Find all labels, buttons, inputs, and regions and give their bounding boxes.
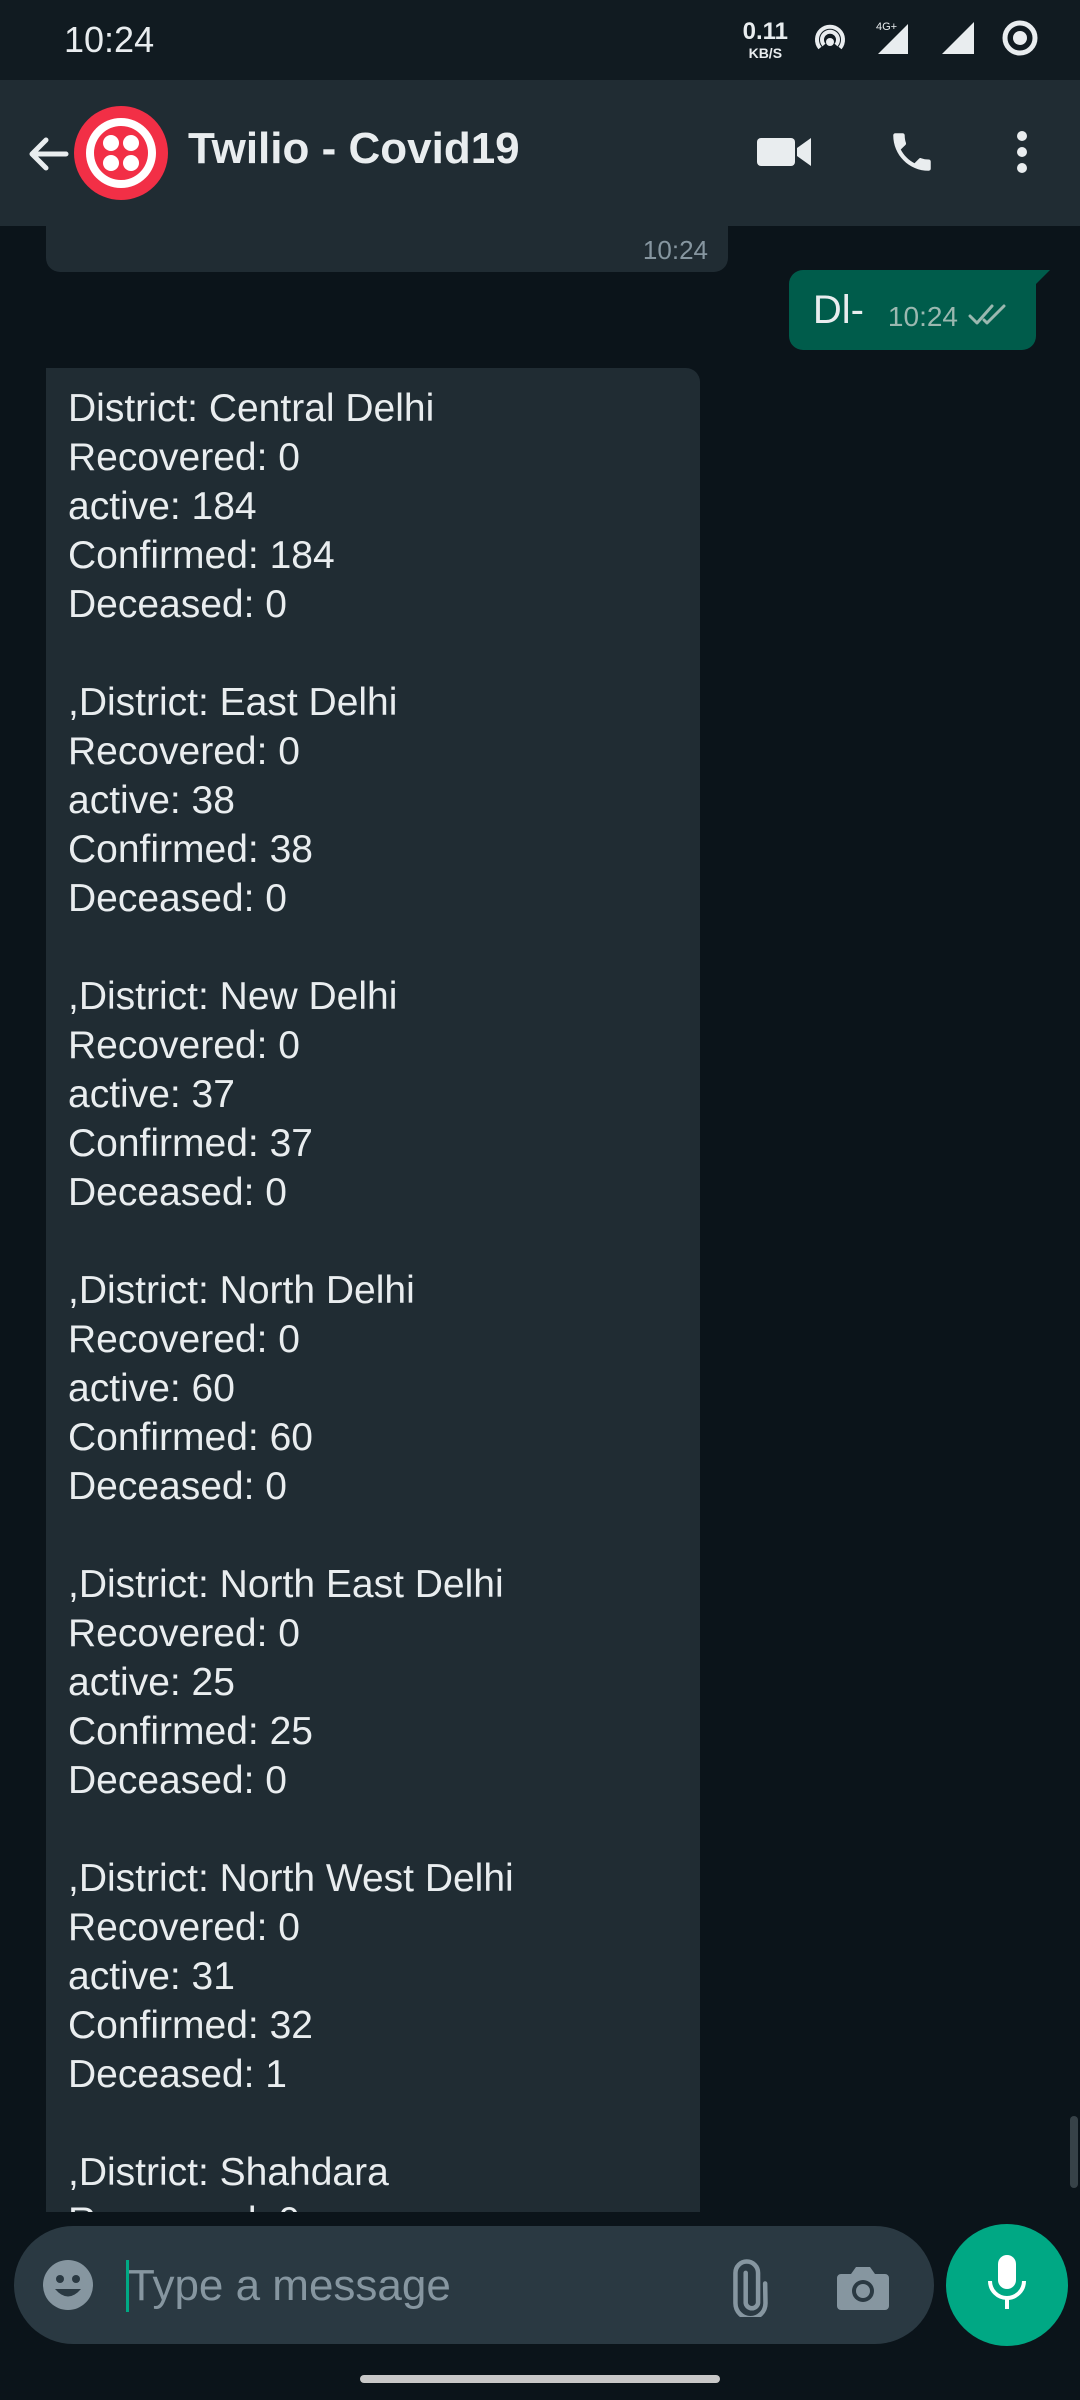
- message-line: ,District: North East Delhi: [68, 1563, 504, 1606]
- video-call-icon[interactable]: [752, 120, 816, 184]
- mic-icon: [985, 2253, 1029, 2318]
- home-indicator[interactable]: [360, 2375, 720, 2383]
- message-line: active: 25: [68, 1661, 235, 1704]
- message-line: Deceased: 1: [68, 2053, 287, 2096]
- message-line: Confirmed: 37: [68, 1122, 313, 1165]
- camera-icon[interactable]: [828, 2252, 898, 2322]
- message-line: Recovered: 0: [68, 1612, 300, 1655]
- message-line: Confirmed: 60: [68, 1416, 313, 1459]
- message-line: Deceased: 0: [68, 1759, 287, 1802]
- more-options-icon[interactable]: [990, 120, 1054, 184]
- message-line: ,District: Shahdara: [68, 2151, 389, 2194]
- message-line: Confirmed: 184: [68, 534, 335, 577]
- message-line: ,District: East Delhi: [68, 681, 398, 724]
- status-bar: 10:24 0.11 KB/S 4G+: [0, 0, 1080, 80]
- status-icons: 0.11 KB/S 4G+: [743, 18, 1040, 63]
- message-line: active: 184: [68, 485, 257, 528]
- mobile-signal-icon: 4G+: [872, 18, 916, 63]
- message-line: Deceased: 0: [68, 877, 287, 920]
- emoji-icon[interactable]: [38, 2255, 98, 2315]
- back-arrow-icon[interactable]: [20, 126, 76, 182]
- message-line: Deceased: 0: [68, 1465, 287, 1508]
- status-time: 10:24: [64, 19, 155, 60]
- outgoing-message-bubble[interactable]: Dl- 10:24: [788, 270, 1050, 350]
- scrollbar-thumb[interactable]: [1070, 2116, 1078, 2188]
- battery-ring-icon: [1000, 18, 1040, 63]
- message-line: active: 60: [68, 1367, 235, 1410]
- message-line: Recovered: 0: [68, 730, 300, 773]
- message-line: ,District: New Delhi: [68, 975, 398, 1018]
- message-line: Deceased: 0: [68, 583, 287, 626]
- incoming-message-bubble[interactable]: District: Central Delhi Recovered: 0 activ…: [46, 368, 700, 2212]
- mic-button[interactable]: [946, 2224, 1068, 2346]
- previous-message-bubble[interactable]: 10:24: [46, 226, 728, 272]
- network-speed-unit: KB/S: [748, 45, 783, 61]
- navigation-bar: [0, 2360, 1080, 2400]
- message-line: active: 38: [68, 779, 235, 822]
- outgoing-message-time: 10:24: [887, 301, 958, 332]
- message-line: active: 37: [68, 1073, 235, 1116]
- voice-call-icon[interactable]: [880, 120, 944, 184]
- network-speed: 0.11 KB/S: [742, 18, 788, 61]
- message-input-bar: [14, 2226, 934, 2344]
- network-type-label: 4G+: [876, 21, 897, 33]
- message-line: Deceased: 0: [68, 1171, 287, 1214]
- message-line: Recovered: 0: [68, 436, 300, 479]
- hotspot-icon: [810, 18, 850, 63]
- message-line: ,District: North Delhi: [68, 1269, 415, 1312]
- outgoing-message-text: Dl-: [812, 287, 864, 332]
- message-line: Recovered: 0: [68, 1318, 300, 1361]
- previous-message-time: 10:24: [642, 235, 708, 265]
- message-line: Confirmed: 32: [68, 2004, 313, 2047]
- signal-icon: [938, 18, 978, 63]
- message-line: active: 31: [68, 1955, 235, 1998]
- message-line: Confirmed: 25: [68, 1710, 313, 1753]
- message-input[interactable]: [126, 2250, 710, 2322]
- message-line: Recovered: 0: [68, 1024, 300, 1067]
- double-check-icon: [968, 302, 1010, 333]
- avatar[interactable]: [74, 106, 168, 200]
- message-line: Recovered: 0: [68, 1906, 300, 1949]
- chat-area[interactable]: 10:24 Dl- 10:24 District: Central Delhi R…: [0, 226, 1080, 2212]
- attach-icon[interactable]: [716, 2252, 786, 2322]
- twilio-logo: [86, 118, 156, 188]
- message-line: Recovered: 0: [68, 2197, 678, 2212]
- network-speed-value: 0.11: [742, 18, 788, 45]
- message-line: ,District: North West Delhi: [68, 1857, 514, 1900]
- message-line: District: Central Delhi: [68, 387, 435, 430]
- chat-header: Twilio - Covid19: [0, 80, 1080, 226]
- contact-name[interactable]: Twilio - Covid19: [188, 124, 520, 174]
- message-line: Confirmed: 38: [68, 828, 313, 871]
